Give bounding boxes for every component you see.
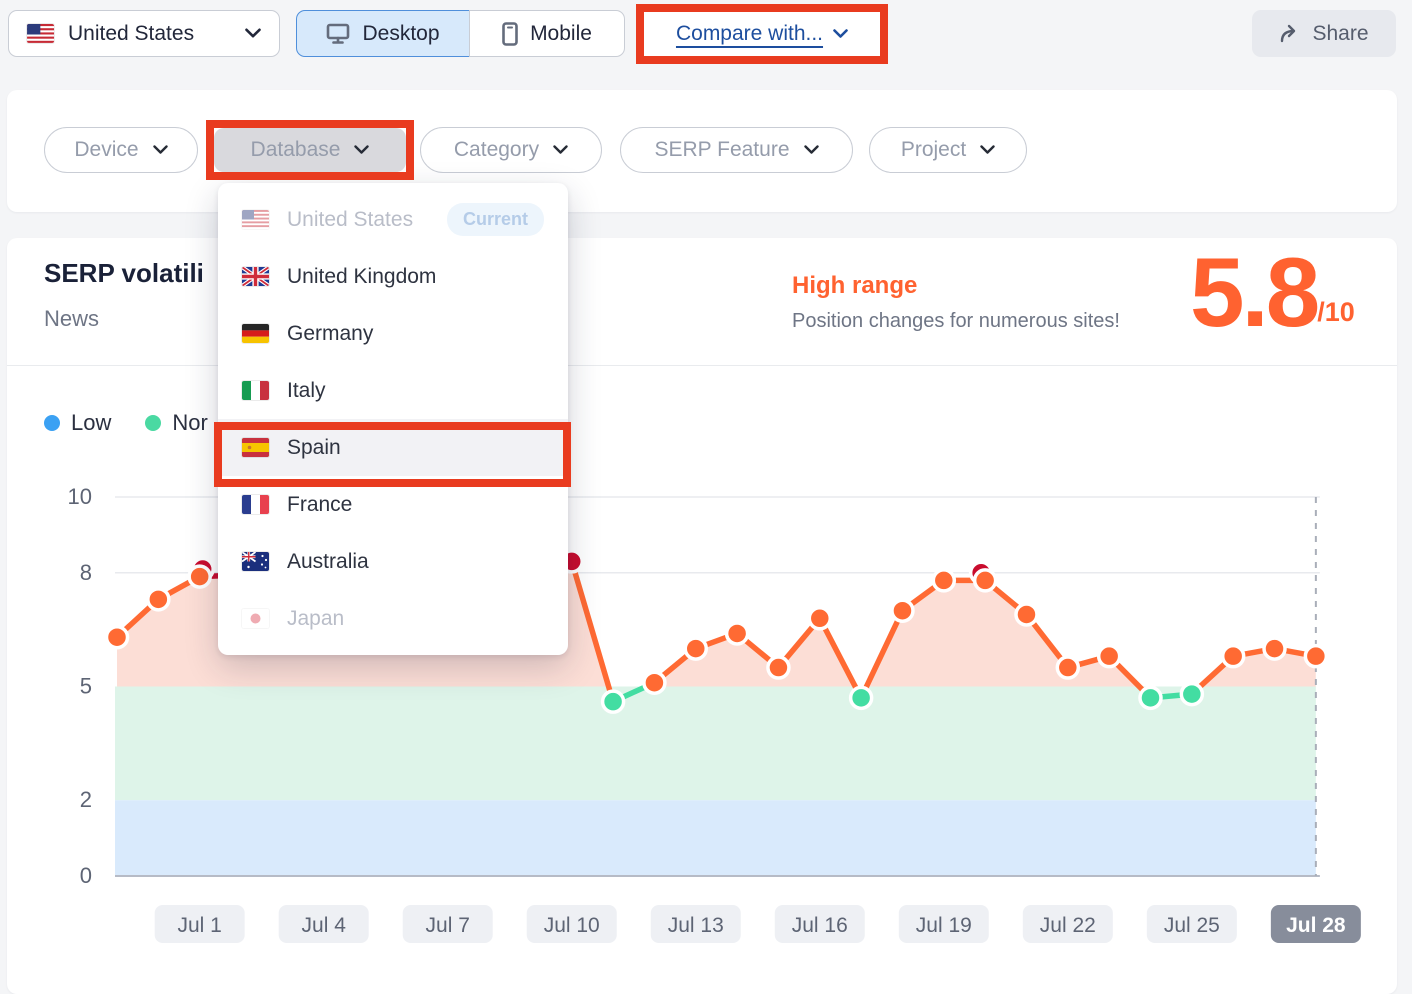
database-filter-label: Database — [251, 138, 341, 162]
serp-feature-filter-button[interactable]: SERP Feature — [620, 127, 853, 173]
menu-item-label: United Kingdom — [287, 265, 436, 289]
page-title: SERP volatili — [44, 258, 204, 289]
australia-flag-icon — [242, 552, 269, 571]
serp-volatility-card: SERP volatili News — [7, 238, 1397, 994]
card-divider — [7, 365, 1397, 366]
chart-legend: Low Nor — [44, 410, 208, 436]
device-filter-label: Device — [74, 138, 138, 162]
menu-item-germany[interactable]: Germany — [218, 305, 568, 362]
compare-with-link[interactable]: Compare with... — [676, 22, 823, 46]
country-selector-label: United States — [68, 22, 231, 46]
legend-item-normal: Nor — [145, 410, 207, 436]
current-badge: Current — [447, 203, 544, 236]
germany-flag-icon — [242, 324, 269, 343]
menu-item-label: Germany — [287, 322, 373, 346]
chevron-down-icon — [980, 145, 995, 155]
desktop-icon — [326, 23, 350, 45]
uk-flag-icon — [242, 267, 269, 286]
menu-item-united-states: United States Current — [218, 191, 568, 248]
menu-item-label: France — [287, 493, 352, 517]
mobile-toggle-label: Mobile — [530, 22, 592, 46]
serp-feature-filter-label: SERP Feature — [654, 138, 789, 162]
score-value: 5.8 — [1190, 250, 1317, 334]
desktop-toggle-label: Desktop — [362, 22, 439, 46]
chevron-down-icon — [804, 145, 819, 155]
project-filter-button[interactable]: Project — [869, 127, 1027, 173]
menu-item-united-kingdom[interactable]: United Kingdom — [218, 248, 568, 305]
database-dropdown-menu: United States Current United Kingdom Ger… — [218, 183, 568, 655]
share-button[interactable]: Share — [1252, 10, 1396, 57]
legend-label-normal: Nor — [172, 410, 207, 436]
menu-item-label: Japan — [287, 607, 344, 631]
volatility-score: 5.8 /10 — [1190, 250, 1355, 334]
mobile-icon — [502, 22, 518, 46]
menu-item-france[interactable]: France — [218, 476, 568, 533]
low-dot-icon — [44, 415, 60, 431]
france-flag-icon — [242, 495, 269, 514]
score-denominator: /10 — [1317, 297, 1355, 328]
menu-item-italy[interactable]: Italy — [218, 362, 568, 419]
category-filter-label: Category — [454, 138, 539, 162]
chevron-down-icon — [354, 145, 369, 155]
volatility-range-label: High range — [792, 272, 917, 300]
device-filter-button[interactable]: Device — [44, 127, 198, 173]
project-filter-label: Project — [901, 138, 966, 162]
category-filter-button[interactable]: Category — [420, 127, 602, 173]
spain-flag-icon — [242, 438, 269, 457]
device-toggle-desktop[interactable]: Desktop — [296, 10, 470, 57]
menu-item-label: United States — [287, 208, 413, 232]
category-subtitle: News — [44, 306, 99, 332]
device-toggle-mobile[interactable]: Mobile — [469, 10, 625, 57]
database-filter-button[interactable]: Database — [214, 128, 406, 172]
chevron-down-icon — [153, 145, 168, 155]
compare-highlight-box: Compare with... — [636, 4, 888, 64]
legend-item-low: Low — [44, 410, 111, 436]
volatility-range-description: Position changes for numerous sites! — [792, 310, 1120, 333]
menu-item-australia[interactable]: Australia — [218, 533, 568, 590]
legend-label-low: Low — [71, 410, 111, 436]
country-selector[interactable]: United States — [8, 10, 280, 57]
menu-item-spain[interactable]: Spain — [218, 419, 568, 476]
menu-item-japan: Japan — [218, 590, 568, 647]
japan-flag-icon — [242, 609, 269, 628]
normal-dot-icon — [145, 415, 161, 431]
menu-item-label: Italy — [287, 379, 326, 403]
menu-item-label: Australia — [287, 550, 369, 574]
us-flag-icon — [242, 210, 269, 229]
share-arrow-icon — [1279, 24, 1301, 44]
menu-item-label: Spain — [287, 436, 341, 460]
chevron-down-icon — [245, 28, 261, 39]
italy-flag-icon — [242, 381, 269, 400]
chevron-down-icon — [833, 29, 848, 39]
us-flag-icon — [27, 24, 54, 43]
chevron-down-icon — [553, 145, 568, 155]
share-button-label: Share — [1312, 22, 1368, 46]
